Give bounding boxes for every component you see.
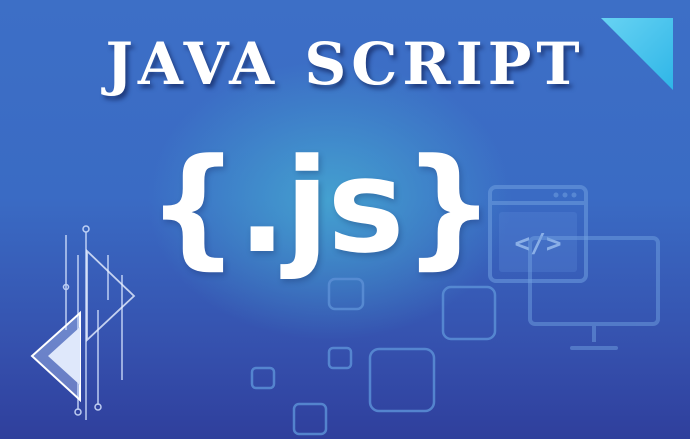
banner: </> JAVA SCRIPT {.js} <box>0 0 690 439</box>
banner-title: JAVA SCRIPT <box>105 30 585 98</box>
js-logo-text: {.js} <box>146 130 495 282</box>
